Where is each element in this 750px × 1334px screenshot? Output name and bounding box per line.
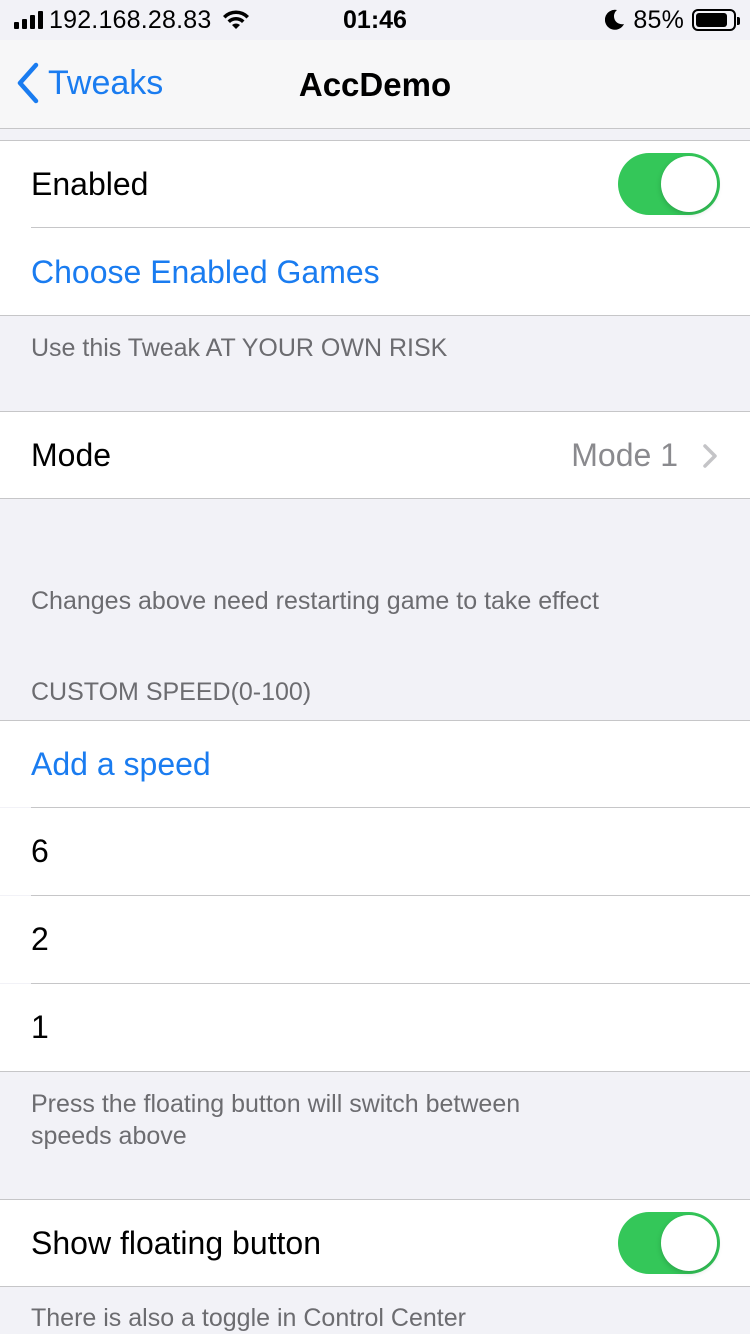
choose-games-link[interactable]: Choose Enabled Games bbox=[31, 252, 380, 292]
speed-row[interactable]: 6 bbox=[0, 808, 750, 895]
add-speed-row[interactable]: Add a speed bbox=[0, 721, 750, 807]
status-bar: 192.168.28.83 01:46 85% bbox=[0, 0, 750, 40]
speed-value: 2 bbox=[31, 921, 49, 957]
speed-value: 1 bbox=[31, 1009, 49, 1045]
enabled-label: Enabled bbox=[31, 166, 149, 202]
chevron-right-icon bbox=[703, 444, 717, 468]
floating-button-label: Show floating button bbox=[31, 1225, 321, 1261]
toggle-knob bbox=[661, 1215, 717, 1271]
custom-speed-header: CUSTOM SPEED(0-100) bbox=[31, 678, 312, 706]
restart-footer: Changes above need restarting game to ta… bbox=[31, 587, 599, 615]
battery-percent: 85% bbox=[633, 5, 684, 34]
section-bottom-border bbox=[0, 1071, 750, 1072]
battery-icon bbox=[692, 9, 740, 31]
moon-icon bbox=[605, 9, 625, 30]
enabled-row: Enabled bbox=[0, 141, 750, 228]
mode-row[interactable]: Mode Mode 1 bbox=[0, 412, 750, 498]
choose-games-row[interactable]: Choose Enabled Games bbox=[0, 228, 750, 315]
enabled-toggle[interactable] bbox=[618, 153, 720, 215]
section-bottom-border bbox=[0, 498, 750, 499]
floating-button-toggle[interactable] bbox=[618, 1212, 720, 1274]
floating-button-row: Show floating button bbox=[0, 1200, 750, 1286]
control-center-footer: There is also a toggle in Control Center bbox=[31, 1304, 466, 1332]
section-bottom-border bbox=[0, 315, 750, 316]
speed-footer-line2: speeds above bbox=[31, 1122, 187, 1150]
toggle-knob bbox=[661, 156, 717, 212]
battery-fill bbox=[696, 13, 727, 27]
speed-footer-line1: Press the floating button will switch be… bbox=[31, 1090, 521, 1118]
speed-value: 6 bbox=[31, 833, 49, 869]
status-right: 85% bbox=[605, 5, 740, 34]
risk-footer: Use this Tweak AT YOUR OWN RISK bbox=[31, 334, 448, 362]
mode-value: Mode 1 bbox=[571, 437, 678, 473]
add-speed-link[interactable]: Add a speed bbox=[31, 744, 211, 784]
navigation-bar: Tweaks AccDemo bbox=[0, 40, 750, 129]
page-title: AccDemo bbox=[298, 66, 452, 103]
settings-screen: 192.168.28.83 01:46 85% Tweaks AccDemo E… bbox=[0, 0, 750, 1334]
speed-row[interactable]: 2 bbox=[0, 896, 750, 983]
section-bottom-border bbox=[0, 1286, 750, 1287]
speed-footer: Press the floating button will switch be… bbox=[31, 1088, 520, 1152]
battery-cap bbox=[737, 17, 740, 25]
speed-row[interactable]: 1 bbox=[0, 984, 750, 1071]
mode-label: Mode bbox=[31, 437, 112, 473]
